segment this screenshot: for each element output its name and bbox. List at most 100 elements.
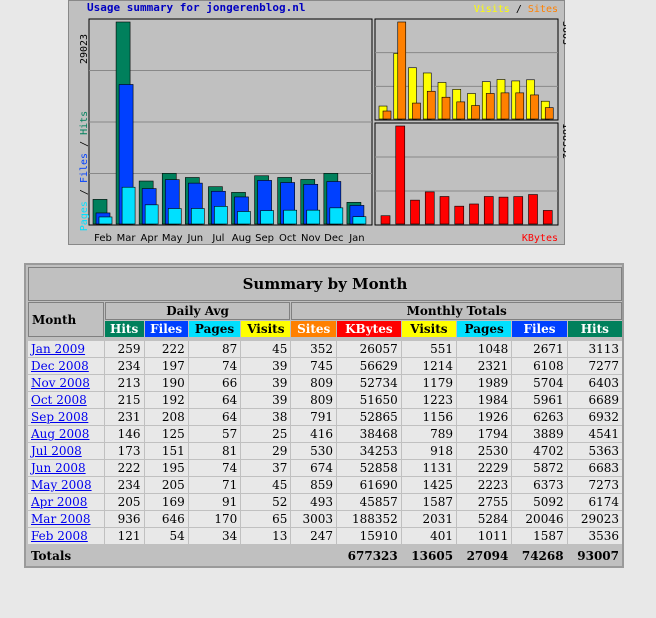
total-hits: 93007: [567, 548, 622, 564]
total-value-cell: 51650: [336, 392, 401, 408]
month-cell: Jul 2008: [28, 443, 104, 459]
bar-sites: [397, 21, 407, 120]
col-daily-files: Files: [144, 321, 188, 337]
daily-value-cell: 25: [241, 426, 291, 442]
usage-chart-svg: Usage summary for jongerenblog.nl Feb Mar A…: [79, 1, 566, 244]
total-value-cell: 1587: [401, 494, 457, 510]
daily-value-cell: 54: [144, 528, 188, 544]
bar-pages: [260, 210, 274, 225]
daily-value-cell: 146: [104, 426, 144, 442]
month-link[interactable]: Dec 2008: [31, 359, 89, 373]
daily-value-cell: 151: [144, 443, 188, 459]
table-row: Jul 2008 173 151 81 29 530 34253 918 2530 4702 536…: [28, 443, 622, 459]
daily-value-cell: 192: [144, 392, 188, 408]
total-value-cell: 1989: [457, 375, 512, 391]
total-value-cell: 1011: [457, 528, 512, 544]
month-tick-label: Sep: [255, 233, 274, 244]
total-kbytes: 677323: [336, 548, 401, 564]
daily-value-cell: 66: [188, 375, 241, 391]
daily-value-cell: 64: [188, 409, 241, 425]
bar-sites: [441, 96, 451, 120]
summary-by-month-panel: Summary by Month Month Daily Avg Monthly…: [24, 263, 624, 568]
bar-kbytes: [424, 191, 435, 225]
bar-pages: [98, 216, 113, 225]
total-files: 74268: [512, 548, 567, 564]
bar-sites: [456, 101, 466, 120]
total-value-cell: 401: [401, 528, 457, 544]
total-value-cell: 493: [291, 494, 336, 510]
month-link[interactable]: Jun 2008: [31, 461, 86, 475]
month-link[interactable]: Oct 2008: [31, 393, 87, 407]
daily-value-cell: 71: [188, 477, 241, 493]
daily-value-cell: 190: [144, 375, 188, 391]
total-value-cell: 52734: [336, 375, 401, 391]
month-tick-label: Mar: [117, 233, 137, 244]
daily-value-cell: 936: [104, 511, 144, 527]
total-value-cell: 6174: [567, 494, 622, 510]
daily-value-cell: 170: [188, 511, 241, 527]
daily-value-cell: 234: [104, 477, 144, 493]
total-value-cell: 56629: [336, 358, 401, 374]
month-link[interactable]: Feb 2008: [31, 529, 88, 543]
month-cell: Mar 2008: [28, 511, 104, 527]
bar-pages: [283, 209, 297, 225]
month-link[interactable]: May 2008: [31, 478, 92, 492]
month-tick-label: Jan: [348, 233, 364, 244]
daily-value-cell: 646: [144, 511, 188, 527]
col-total-kbytes: KBytes: [336, 321, 401, 337]
month-tick-label: Oct: [279, 233, 296, 244]
table-row: Nov 2008 213 190 66 39 809 52734 1179 1989 5704 64…: [28, 375, 622, 391]
month-cell: May 2008: [28, 477, 104, 493]
daily-value-cell: 29: [241, 443, 291, 459]
total-value-cell: 2530: [457, 443, 512, 459]
total-value-cell: 1425: [401, 477, 457, 493]
month-tick-label: Nov: [301, 233, 321, 244]
totals-label: Totals: [28, 548, 336, 564]
daily-value-cell: 13: [241, 528, 291, 544]
daily-value-cell: 39: [241, 375, 291, 391]
month-link[interactable]: Nov 2008: [31, 376, 90, 390]
month-link[interactable]: Jul 2008: [31, 444, 82, 458]
total-value-cell: 745: [291, 358, 336, 374]
total-visits: 13605: [401, 548, 457, 564]
total-value-cell: 918: [401, 443, 457, 459]
total-value-cell: 2671: [512, 341, 567, 357]
total-value-cell: 530: [291, 443, 336, 459]
daily-value-cell: 74: [188, 358, 241, 374]
daily-value-cell: 208: [144, 409, 188, 425]
total-value-cell: 5961: [512, 392, 567, 408]
total-value-cell: 6689: [567, 392, 622, 408]
bar-sites: [544, 107, 554, 120]
month-link[interactable]: Mar 2008: [31, 512, 91, 526]
bar-pages: [144, 204, 159, 225]
monthly-totals-header: Monthly Totals: [291, 302, 622, 320]
daily-value-cell: 205: [144, 477, 188, 493]
month-link[interactable]: Jan 2009: [31, 342, 85, 356]
total-value-cell: 551: [401, 341, 457, 357]
col-total-visits: Visits: [401, 321, 457, 337]
month-link[interactable]: Sep 2008: [31, 410, 88, 424]
month-link[interactable]: Aug 2008: [31, 427, 89, 441]
bar-pages: [191, 208, 205, 225]
col-daily-hits: Hits: [104, 321, 144, 337]
table-row: Aug 2008 146 125 57 25 416 38468 789 1794 3889 454…: [28, 426, 622, 442]
daily-value-cell: 125: [144, 426, 188, 442]
daily-value-cell: 169: [144, 494, 188, 510]
total-value-cell: 1223: [401, 392, 457, 408]
daily-value-cell: 215: [104, 392, 144, 408]
bar-kbytes: [395, 125, 406, 225]
total-value-cell: 3113: [567, 341, 622, 357]
total-value-cell: 5363: [567, 443, 622, 459]
daily-value-cell: 173: [104, 443, 144, 459]
total-value-cell: 52865: [336, 409, 401, 425]
summary-title: Summary by Month: [28, 267, 622, 301]
bar-sites: [382, 110, 392, 120]
total-value-cell: 859: [291, 477, 336, 493]
total-value-cell: 2229: [457, 460, 512, 476]
total-value-cell: 6263: [512, 409, 567, 425]
month-cell: Sep 2008: [28, 409, 104, 425]
col-daily-pages: Pages: [188, 321, 241, 337]
total-value-cell: 38468: [336, 426, 401, 442]
month-cell: Oct 2008: [28, 392, 104, 408]
month-link[interactable]: Apr 2008: [31, 495, 87, 509]
